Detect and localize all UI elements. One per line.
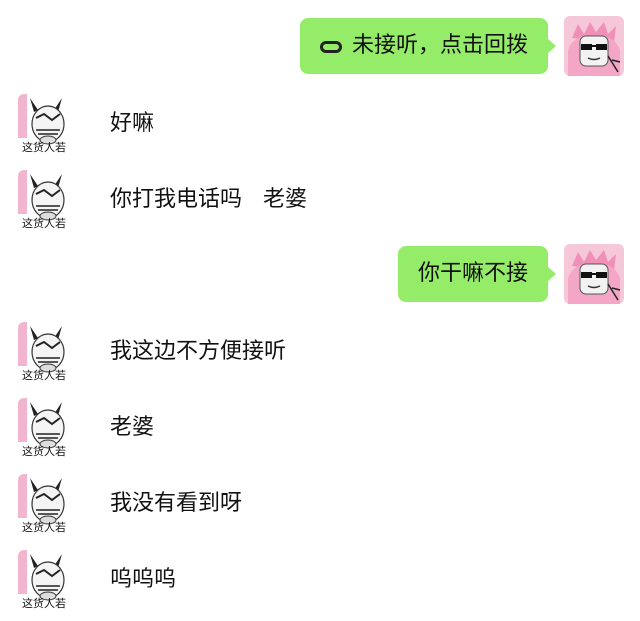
avatar-caption: 这货人若 <box>22 216 66 230</box>
chat-message-outgoing: 你干嘛不接 <box>0 244 640 308</box>
avatar-caption: 这货人若 <box>22 368 66 382</box>
message-bubble[interactable]: 我这边不方便接听 <box>85 320 303 384</box>
message-text: 好嘛 <box>110 111 155 136</box>
message-text: 呜呜呜 <box>110 567 177 592</box>
chat-message-incoming: 这货人若 好嘛 <box>0 92 640 156</box>
message-text: 未接听，点击回拨 <box>351 33 528 58</box>
message-bubble[interactable]: 你干嘛不接 <box>397 246 557 302</box>
missed-call-bubble[interactable]: 未接听，点击回拨 <box>299 18 557 74</box>
message-bubble[interactable]: 你打我电话吗 老婆 <box>86 168 323 232</box>
avatar-caption: 这货人若 <box>22 596 66 610</box>
avatar-self[interactable] <box>564 244 624 304</box>
avatar-caption: 这货人若 <box>22 520 66 534</box>
message-bubble[interactable]: 呜呜呜 <box>85 548 193 612</box>
message-text: 你打我电话吗 老婆 <box>110 187 307 212</box>
avatar-contact[interactable]: 这货人若 <box>18 94 78 154</box>
chat-conversation: 未接听，点击回拨 这货人若 好嘛 这货人若 你打我电话吗 老婆 你干嘛不接 这货… <box>0 0 640 621</box>
avatar-caption: 这货人若 <box>22 140 66 154</box>
message-bubble[interactable]: 我没有看到呀 <box>85 472 259 536</box>
message-text: 我没有看到呀 <box>110 491 243 516</box>
message-bubble[interactable]: 老婆 <box>85 396 171 460</box>
avatar-self[interactable] <box>564 16 624 76</box>
avatar-contact[interactable]: 这货人若 <box>18 550 78 610</box>
missed-call-icon <box>319 41 342 53</box>
chat-message-outgoing: 未接听，点击回拨 <box>0 14 640 78</box>
message-text: 老婆 <box>110 415 155 440</box>
avatar-contact[interactable]: 这货人若 <box>18 170 78 230</box>
chat-message-incoming: 这货人若 我这边不方便接听 <box>0 320 640 384</box>
avatar-caption: 这货人若 <box>22 444 66 458</box>
chat-message-incoming: 这货人若 老婆 <box>0 396 640 460</box>
message-bubble[interactable]: 好嘛 <box>85 92 171 156</box>
chat-message-incoming: 这货人若 呜呜呜 <box>0 548 640 612</box>
chat-message-incoming: 这货人若 我没有看到呀 <box>0 472 640 536</box>
avatar-contact[interactable]: 这货人若 <box>18 474 78 534</box>
avatar-contact[interactable]: 这货人若 <box>18 322 78 382</box>
message-text: 我这边不方便接听 <box>110 339 287 364</box>
chat-message-incoming: 这货人若 你打我电话吗 老婆 <box>0 168 640 232</box>
message-text: 你干嘛不接 <box>417 261 528 286</box>
avatar-contact[interactable]: 这货人若 <box>18 398 78 458</box>
